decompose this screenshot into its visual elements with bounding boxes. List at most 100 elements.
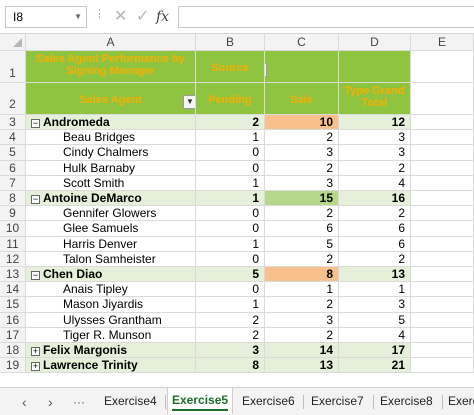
resize-dots-icon[interactable]: ⋮ [94, 7, 105, 20]
grand-total-cell[interactable]: 2 [339, 206, 411, 222]
row-header[interactable]: 4 [0, 130, 26, 146]
agent-name-cell[interactable]: Tiger R. Munson [26, 327, 196, 343]
expand-icon[interactable]: + [31, 347, 40, 356]
sheet-tab-exercise5[interactable]: Exercise5 [167, 388, 234, 414]
pending-value-cell[interactable]: 0 [196, 145, 265, 161]
pending-value-cell[interactable]: 0 [196, 160, 265, 176]
pending-value-cell[interactable]: 3 [196, 343, 265, 359]
tab-next-icon[interactable]: › [48, 394, 53, 410]
sale-value-cell[interactable]: 2 [265, 297, 339, 313]
row-header[interactable]: 12 [0, 251, 26, 267]
sale-value-cell[interactable]: 1 [265, 282, 339, 298]
row-header[interactable]: 1 [0, 51, 26, 83]
grand-total-header-cell[interactable]: Type Grand Total [339, 83, 411, 115]
empty-cell[interactable] [411, 206, 474, 222]
pending-value-cell[interactable]: 1 [196, 130, 265, 146]
agent-name-cell[interactable]: Mason Jiyardis [26, 297, 196, 313]
empty-cell[interactable] [411, 145, 474, 161]
pending-value-cell[interactable]: 0 [196, 206, 265, 222]
tab-prev-icon[interactable]: ‹ [22, 394, 27, 410]
agent-name-cell[interactable]: Scott Smith [26, 175, 196, 191]
row-header[interactable]: 6 [0, 160, 26, 176]
sale-value-cell[interactable]: 10 [265, 115, 339, 131]
empty-cell[interactable] [411, 267, 474, 283]
sale-value-cell[interactable]: 13 [265, 358, 339, 374]
agent-name-cell[interactable]: Cindy Chalmers [26, 145, 196, 161]
header-cell-d1[interactable] [339, 51, 411, 83]
agent-name-cell[interactable]: Ulysses Grantham [26, 312, 196, 328]
agent-name-cell[interactable]: Gennifer Glowers [26, 206, 196, 222]
column-header-c[interactable]: C [265, 34, 339, 51]
collapse-icon[interactable]: − [31, 119, 40, 128]
row-header[interactable]: 18 [0, 343, 26, 359]
empty-cell[interactable] [411, 297, 474, 313]
grand-total-cell[interactable]: 3 [339, 130, 411, 146]
column-header-d[interactable]: D [339, 34, 411, 51]
pending-header-cell[interactable]: Pending [196, 83, 265, 115]
row-header[interactable]: 8 [0, 191, 26, 207]
sale-value-cell[interactable]: 2 [265, 251, 339, 267]
pivot-title-cell[interactable]: Sales Agent Performance by Signing Manag… [26, 51, 196, 83]
empty-cell[interactable] [411, 130, 474, 146]
sale-value-cell[interactable]: 3 [265, 312, 339, 328]
group-label-cell[interactable]: + Lawrence Trinity [26, 358, 196, 374]
grand-total-cell[interactable]: 17 [339, 343, 411, 359]
empty-cell[interactable] [411, 115, 474, 131]
row-header[interactable]: 19 [0, 358, 26, 374]
formula-input[interactable] [178, 6, 474, 28]
sale-value-cell[interactable]: 15 [265, 191, 339, 207]
filter-applied-icon[interactable]: ▼ [265, 63, 267, 77]
empty-cell[interactable] [411, 251, 474, 267]
group-label-cell[interactable]: + Felix Margonis [26, 343, 196, 359]
header-cell-c1[interactable]: ▼ [265, 51, 339, 83]
cancel-icon[interactable]: ✕ [114, 6, 127, 28]
empty-cell[interactable] [411, 175, 474, 191]
row-header[interactable]: 7 [0, 175, 26, 191]
agent-name-cell[interactable]: Beau Bridges [26, 130, 196, 146]
sheet-tab-exercise6[interactable]: Exercise6 [242, 394, 295, 408]
grand-total-cell[interactable]: 3 [339, 145, 411, 161]
row-header[interactable]: 10 [0, 221, 26, 237]
agent-name-cell[interactable]: Hulk Barnaby [26, 160, 196, 176]
sale-value-cell[interactable]: 3 [265, 145, 339, 161]
grand-total-cell[interactable]: 3 [339, 297, 411, 313]
pending-value-cell[interactable]: 5 [196, 267, 265, 283]
pending-value-cell[interactable]: 0 [196, 251, 265, 267]
agent-name-cell[interactable]: Harris Denver [26, 236, 196, 252]
sheet-tab-exercise[interactable]: Exercise [448, 394, 474, 408]
dropdown-filter-icon[interactable]: ▼ [183, 95, 195, 109]
sale-value-cell[interactable]: 3 [265, 175, 339, 191]
empty-cell[interactable] [411, 191, 474, 207]
group-label-cell[interactable]: − Antoine DeMarco [26, 191, 196, 207]
name-box[interactable]: I8 ▼ [5, 6, 87, 28]
pending-value-cell[interactable]: 1 [196, 236, 265, 252]
grand-total-cell[interactable]: 16 [339, 191, 411, 207]
empty-cell[interactable] [411, 160, 474, 176]
pending-value-cell[interactable]: 8 [196, 358, 265, 374]
sale-value-cell[interactable]: 2 [265, 206, 339, 222]
pending-value-cell[interactable]: 2 [196, 115, 265, 131]
pending-value-cell[interactable]: 2 [196, 312, 265, 328]
chevron-down-icon[interactable]: ▼ [74, 7, 82, 27]
row-label-header-cell[interactable]: Sales Agent ▼ [26, 83, 196, 115]
row-header[interactable]: 14 [0, 282, 26, 298]
sale-value-cell[interactable]: 2 [265, 160, 339, 176]
agent-name-cell[interactable]: Talon Samheister [26, 251, 196, 267]
row-header[interactable]: 9 [0, 206, 26, 222]
column-header-b[interactable]: B [196, 34, 265, 51]
collapse-icon[interactable]: − [31, 195, 40, 204]
grand-total-cell[interactable]: 21 [339, 358, 411, 374]
grand-total-cell[interactable]: 4 [339, 175, 411, 191]
insert-function-button[interactable]: fx [156, 6, 169, 28]
sale-value-cell[interactable]: 14 [265, 343, 339, 359]
pending-value-cell[interactable]: 0 [196, 221, 265, 237]
source-header-cell[interactable]: Source [196, 51, 265, 83]
empty-cell[interactable] [411, 236, 474, 252]
grand-total-cell[interactable]: 5 [339, 312, 411, 328]
empty-cell[interactable] [411, 358, 474, 374]
pending-value-cell[interactable]: 1 [196, 175, 265, 191]
grand-total-cell[interactable]: 6 [339, 221, 411, 237]
group-label-cell[interactable]: − Chen Diao [26, 267, 196, 283]
empty-cell[interactable] [411, 343, 474, 359]
row-header[interactable]: 17 [0, 327, 26, 343]
